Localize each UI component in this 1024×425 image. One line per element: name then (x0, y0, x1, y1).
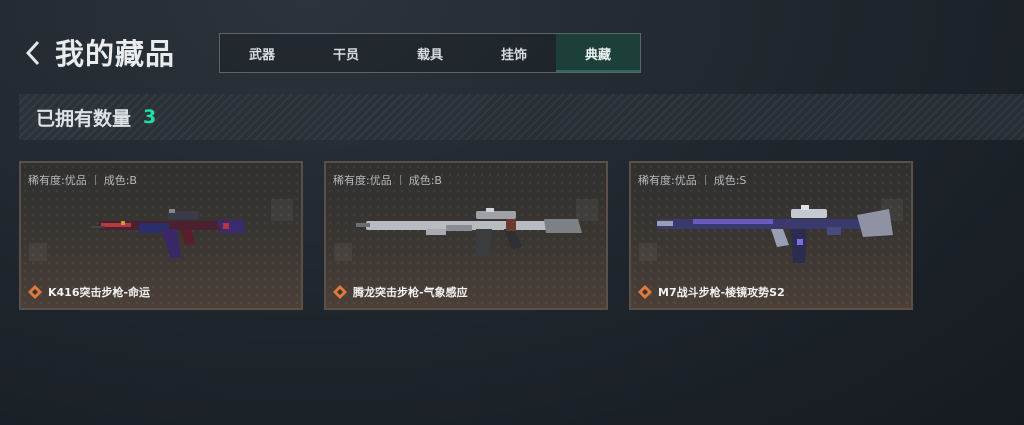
owned-count: 3 (143, 106, 157, 128)
tab-vehicles[interactable]: 载具 (388, 34, 472, 72)
item-name: M7战斗步枪-棱镜攻势S2 (638, 284, 785, 300)
item-name-text: K416突击步枪-命运 (48, 286, 151, 299)
k416-rifle-image (91, 209, 245, 259)
owned-count-bar: 已拥有数量 3 (19, 94, 1024, 140)
item-meta: 稀有度:优品 成色:B (28, 172, 137, 188)
rarity-diamond-icon (333, 285, 347, 299)
back-button[interactable] (20, 38, 46, 68)
meta-divider (94, 175, 96, 185)
tab-operators[interactable]: 干员 (304, 34, 388, 72)
page-title: 我的藏品 (55, 37, 176, 71)
tab-weapons[interactable]: 武器 (220, 34, 304, 72)
category-tabs: 武器 干员 载具 挂饰 典藏 (219, 33, 641, 73)
wear-label: 成色:B (103, 174, 137, 187)
tab-charms[interactable]: 挂饰 (472, 34, 556, 72)
item-meta: 稀有度:优品 成色:B (333, 172, 442, 188)
rarity-label: 稀有度:优品 (333, 174, 392, 187)
header: 我的藏品 武器 干员 载具 挂饰 典藏 (0, 0, 1024, 90)
owned-label: 已拥有数量 (36, 107, 132, 130)
item-meta: 稀有度:优品 成色:S (638, 172, 746, 188)
meta-divider (704, 175, 706, 185)
rarity-diamond-icon (28, 285, 42, 299)
item-card[interactable]: 稀有度:优品 成色:S M7战斗步枪-棱镜攻势S2 (629, 161, 913, 310)
tab-collection[interactable]: 典藏 (556, 34, 640, 72)
meta-divider (399, 175, 401, 185)
item-name-text: M7战斗步枪-棱镜攻势S2 (658, 286, 785, 299)
wear-label: 成色:B (408, 174, 442, 187)
tenglong-rifle-image (356, 208, 582, 257)
m7-rifle-image (657, 205, 893, 263)
rarity-label: 稀有度:优品 (28, 174, 87, 187)
chevron-left-icon (25, 40, 40, 66)
item-card[interactable]: 稀有度:优品 成色:B K416突击步枪-命运 (19, 161, 303, 310)
item-name: K416突击步枪-命运 (28, 284, 150, 300)
rarity-diamond-icon (638, 285, 652, 299)
rarity-label: 稀有度:优品 (638, 174, 697, 187)
wear-label: 成色:S (713, 174, 747, 187)
item-card[interactable]: 稀有度:优品 成色:B 腾龙突击步枪-气象感应 (324, 161, 608, 310)
item-name: 腾龙突击步枪-气象感应 (333, 284, 468, 300)
item-name-text: 腾龙突击步枪-气象感应 (353, 286, 468, 299)
